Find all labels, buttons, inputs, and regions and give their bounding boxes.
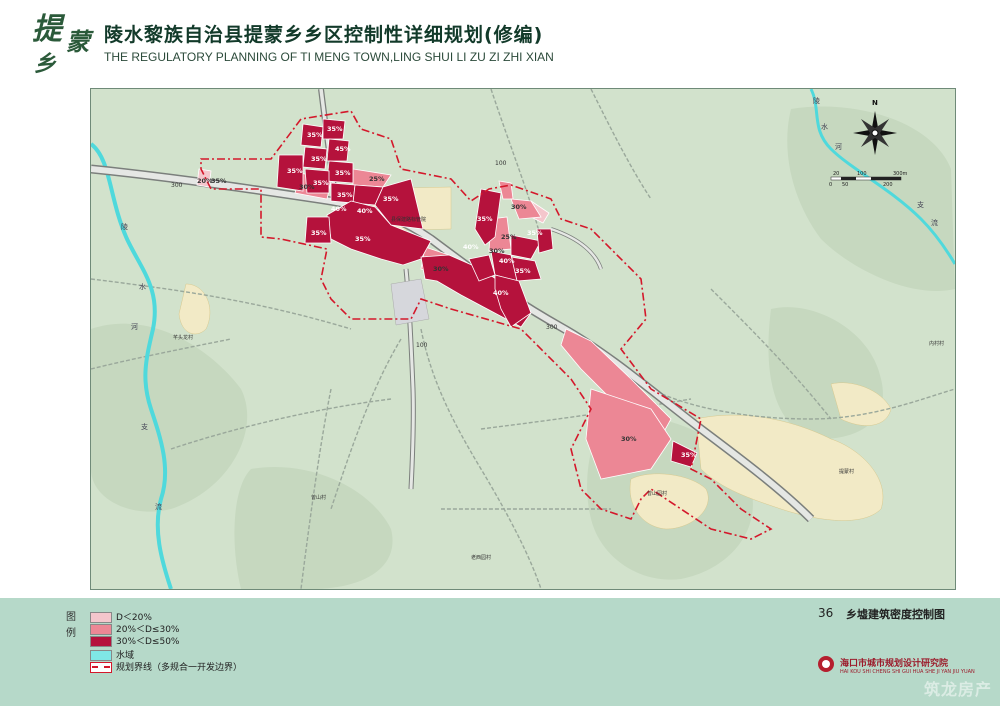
density-label: 25% (369, 175, 385, 183)
density-label: 30% (489, 247, 505, 255)
svg-text:陵: 陵 (813, 96, 820, 105)
density-blocks (196, 118, 698, 480)
svg-text:20: 20 (833, 171, 839, 177)
density-label: 35% (383, 195, 399, 203)
sheet-number: 36 (818, 606, 834, 620)
legend-swatch (90, 650, 112, 661)
density-label: 40% (499, 257, 515, 265)
density-label: 35% (477, 215, 493, 223)
density-label: 40% (331, 205, 347, 213)
density-label: 30% (433, 265, 449, 273)
svg-text:水: 水 (139, 282, 146, 291)
density-control-map[interactable]: 陵 水 河 支 流 陵 水 河 支 流 300 300 100 100 35% … (90, 88, 956, 590)
legend-label: 30%＜D≤50% (116, 637, 180, 647)
svg-text:100: 100 (495, 160, 507, 167)
sheet-title: 乡墟建筑密度控制图 (846, 608, 945, 621)
svg-text:50: 50 (842, 182, 848, 188)
svg-text:300: 300 (171, 182, 183, 189)
legend-swatch (90, 662, 112, 673)
institute-logo-icon (818, 656, 834, 672)
density-label: 40% (463, 243, 479, 251)
place-label: 县保建路标管院 (391, 216, 426, 223)
place-label: 内村村 (929, 340, 944, 347)
page-title: 陵水黎族自治县提蒙乡乡区控制性详细规划(修编) (104, 24, 544, 46)
density-label: 35% (527, 229, 543, 237)
legend-title-char: 图 (66, 612, 76, 623)
density-label: 35% (311, 155, 327, 163)
dashed-line-icon (92, 666, 110, 668)
svg-text:流: 流 (931, 218, 938, 227)
page-subtitle-english: THE REGULATORY PLANNING OF TI MENG TOWN,… (104, 50, 554, 64)
place-label: 老西园村 (471, 554, 491, 561)
svg-text:N: N (872, 99, 878, 107)
place-label: 曾山村 (311, 494, 326, 501)
density-label: 35% (681, 451, 697, 459)
density-label: 25% (501, 233, 517, 241)
watermark: 筑龙房产 (923, 680, 992, 699)
density-label: 35% (307, 131, 323, 139)
density-label: 35% (355, 235, 371, 243)
density-label: 30% (511, 203, 527, 211)
legend-swatch (90, 636, 112, 647)
density-label: 35% (337, 191, 353, 199)
svg-text:支: 支 (141, 422, 148, 431)
calligraphy-logo: 提 蒙 乡 (14, 4, 96, 77)
public-facility-block (390, 278, 430, 326)
institute-name: 海口市城市规划设计研究院 (840, 659, 949, 669)
svg-text:支: 支 (917, 200, 924, 209)
svg-text:100: 100 (416, 342, 428, 349)
svg-text:河: 河 (835, 143, 842, 151)
density-label: 35% (287, 167, 303, 175)
place-label: 提蒙村 (839, 468, 854, 475)
svg-text:0: 0 (829, 182, 832, 188)
svg-text:300: 300 (546, 324, 558, 331)
svg-text:300m: 300m (893, 171, 908, 177)
header: 提 蒙 乡 陵水黎族自治县提蒙乡乡区控制性详细规划(修编) THE REGULA… (0, 0, 1000, 86)
map-canvas: 陵 水 河 支 流 陵 水 河 支 流 300 300 100 100 35% … (91, 89, 955, 589)
density-label: 45% (335, 145, 351, 153)
legend-label: 规划界线（多规合一开发边界） (116, 663, 243, 673)
logo-char-meng: 蒙 (66, 27, 90, 56)
place-label: 曾山园村 (647, 490, 667, 497)
density-label: 30% (621, 435, 637, 443)
svg-text:200: 200 (883, 182, 893, 188)
logo-char-ti: 提 (32, 12, 62, 47)
density-label: 40% (357, 207, 373, 215)
density-label: 35% (515, 267, 531, 275)
legend-title-char: 例 (66, 628, 76, 639)
institute-subtitle: HAI KOU SHI CHENG SHI GUI HUA SHE JI YAN… (840, 669, 975, 675)
legend-swatch (90, 624, 112, 635)
logo-char-xiang: 乡 (34, 51, 57, 77)
density-label: 35% (313, 179, 329, 187)
place-label: 芊头龙村 (173, 334, 193, 341)
density-label: 40% (493, 289, 509, 297)
legend-swatch (90, 612, 112, 623)
svg-text:100: 100 (857, 171, 867, 177)
svg-text:河: 河 (131, 323, 138, 331)
density-label: 35% (311, 229, 327, 237)
svg-text:陵: 陵 (121, 222, 128, 231)
density-label: 35% (335, 169, 351, 177)
density-label: 35% (327, 125, 343, 133)
svg-text:水: 水 (821, 122, 828, 131)
density-label: 35% (211, 177, 227, 185)
svg-text:流: 流 (155, 502, 162, 511)
